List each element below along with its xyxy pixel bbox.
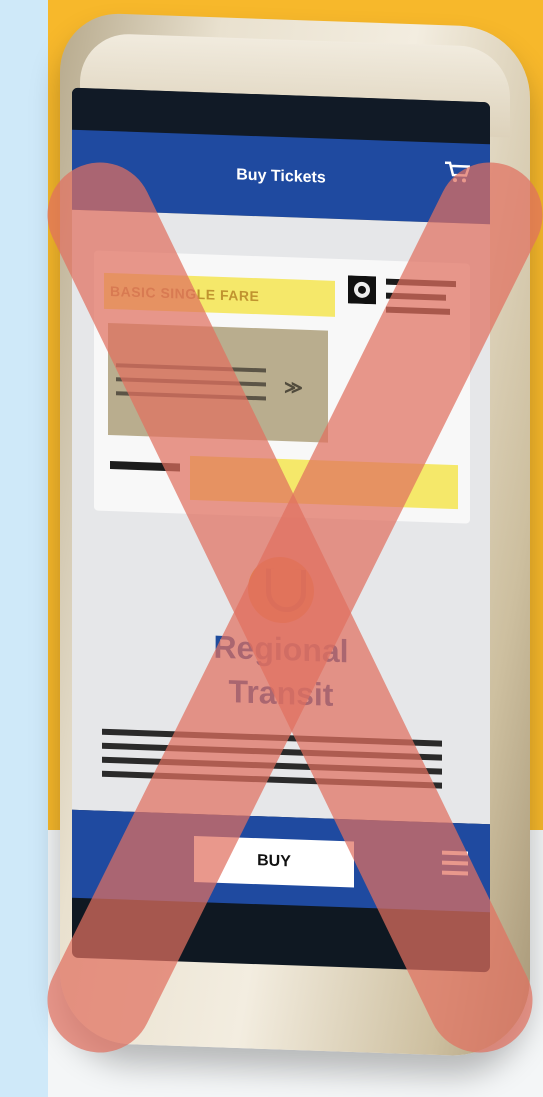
- qr-code-icon: [348, 275, 376, 305]
- ticket-detail-line: [386, 306, 450, 315]
- ticket-detail-line: [386, 278, 456, 288]
- phone-screen: Buy Tickets BASIC SINGLE FARE ≫ Regional…: [72, 87, 490, 973]
- cart-icon[interactable]: [444, 161, 470, 184]
- info-line: [102, 770, 442, 789]
- brand-name-line1: Regional: [213, 628, 349, 670]
- buy-button[interactable]: BUY: [194, 835, 354, 888]
- brand-name-line2: Transit: [228, 673, 334, 713]
- chevron-right-icon: ≫: [284, 377, 303, 398]
- fare-detail-line: [116, 391, 266, 401]
- app-body: BASIC SINGLE FARE ≫ Regional Transit: [72, 209, 490, 825]
- fare-detail-line: [116, 377, 266, 387]
- menu-line: [442, 860, 468, 866]
- app-header: Buy Tickets: [72, 129, 490, 225]
- ticket-detail-line: [386, 292, 446, 301]
- brand-logo: Regional Transit: [72, 550, 490, 719]
- bottom-action-bar: BUY: [72, 809, 490, 913]
- header-title: Buy Tickets: [236, 166, 326, 187]
- ticket-card[interactable]: BASIC SINGLE FARE ≫: [94, 250, 470, 524]
- highlight-bar: [190, 455, 458, 510]
- fare-label: BASIC SINGLE FARE: [104, 272, 335, 317]
- transit-logo-icon: [248, 555, 314, 625]
- hamburger-menu-icon[interactable]: [442, 850, 468, 882]
- fare-details-box: ≫: [108, 322, 328, 443]
- menu-line: [442, 850, 468, 856]
- fare-detail-line: [116, 363, 266, 373]
- menu-line: [442, 870, 468, 876]
- divider-line: [110, 461, 180, 472]
